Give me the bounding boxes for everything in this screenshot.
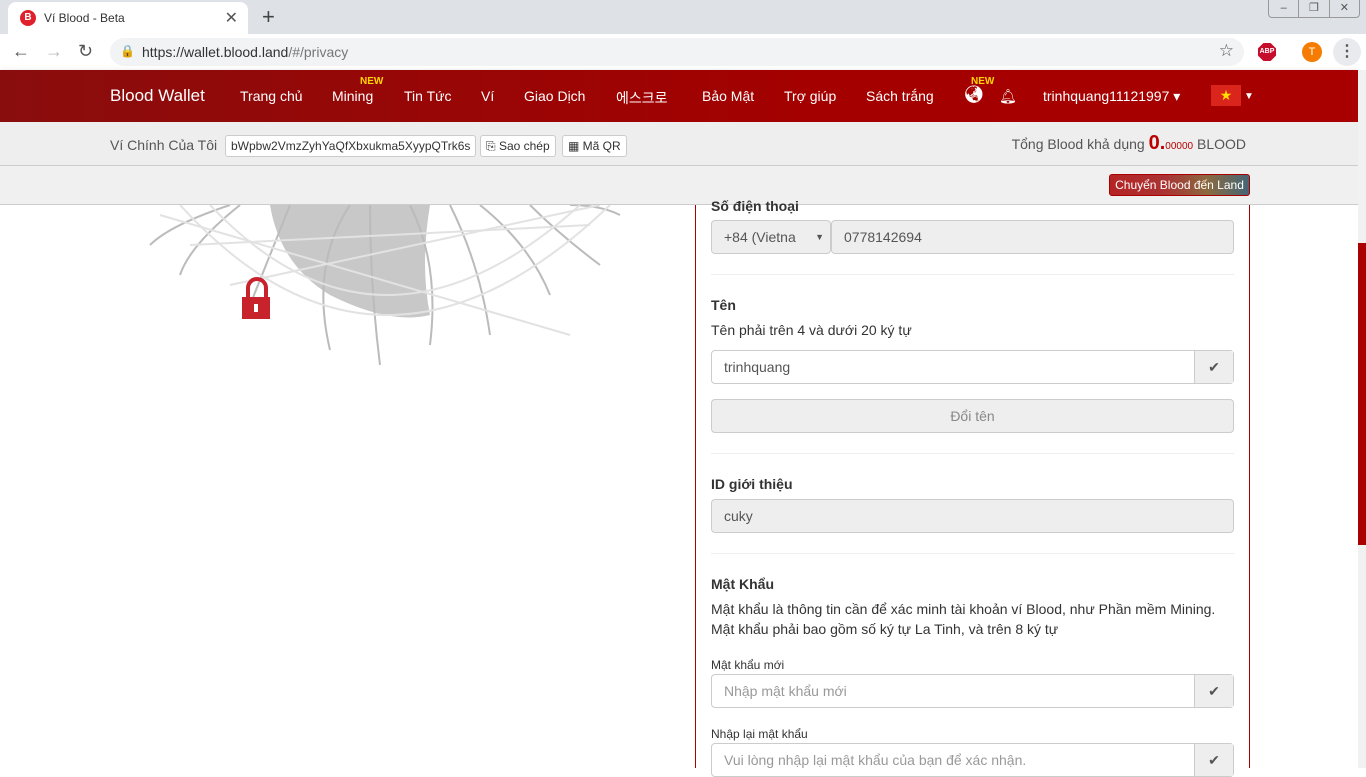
- browser-tab[interactable]: B Ví Blood - Beta ✕: [8, 2, 248, 34]
- window-controls: – ❐ ✕: [1268, 0, 1360, 18]
- minimize-icon[interactable]: –: [1269, 0, 1300, 17]
- balance: Tổng Blood khả dụng 0.00000 BLOOD: [1012, 132, 1246, 155]
- vietnam-flag-icon[interactable]: ★: [1211, 85, 1241, 106]
- copy-label: Sao chép: [498, 139, 550, 153]
- brand-logo[interactable]: Blood Wallet: [110, 86, 205, 106]
- nav-whitepaper[interactable]: Sách trắng: [866, 88, 934, 104]
- divider: [711, 274, 1234, 275]
- wallet-bar: Ví Chính Của Tôi bWpbw2VmzZyhYaQfXbxukma…: [0, 122, 1358, 166]
- username: trinhquang11121997: [1043, 88, 1170, 104]
- nav-escrow[interactable]: 에스크로: [616, 88, 668, 108]
- balance-label: Tổng Blood khả dụng: [1011, 136, 1145, 152]
- url-input[interactable]: 🔒 https://wallet.blood.land/#/privacy ☆: [110, 38, 1244, 66]
- password-desc: Mật khẩu là thông tin cần để xác minh tà…: [711, 601, 1216, 617]
- divider: [711, 553, 1234, 554]
- reload-icon[interactable]: ↻: [78, 41, 93, 62]
- divider: [711, 453, 1234, 454]
- nav-wallet[interactable]: Ví: [481, 88, 494, 104]
- user-menu[interactable]: trinhquang11121997 ▾: [1043, 88, 1180, 105]
- confirm-password-field[interactable]: Vui lòng nhập lại mật khẩu của bạn để xá…: [711, 743, 1234, 777]
- check-icon: ✔: [1194, 744, 1233, 776]
- lock-icon: 🔒: [120, 44, 135, 58]
- globe-illustration: [149, 205, 621, 366]
- bell-icon[interactable]: 🔔︎: [999, 88, 1017, 105]
- transfer-to-land-button[interactable]: Chuyển Blood đến Land: [1109, 174, 1250, 196]
- country-value: +84 (Vietna: [724, 229, 796, 245]
- address-bar-row: ← → ↻ 🔒 https://wallet.blood.land/#/priv…: [0, 34, 1366, 70]
- url-host: https://wallet.blood.land: [142, 44, 289, 60]
- new-password-field[interactable]: Nhập mật khẩu mới ✔: [711, 674, 1234, 708]
- scrollbar-thumb[interactable]: [1358, 243, 1366, 545]
- referral-input: cuky: [711, 499, 1234, 533]
- blood-favicon-icon: B: [20, 10, 36, 26]
- name-hint: Tên phải trên 4 và dưới 20 ký tự: [711, 322, 912, 338]
- new-tab-icon[interactable]: +: [262, 4, 275, 30]
- balance-unit: BLOOD: [1196, 136, 1246, 152]
- wallet-address[interactable]: bWpbw2VmzZyhYaQfXbxukma5XyypQTrk6s: [225, 135, 477, 157]
- globe-icon[interactable]: 🌏︎: [963, 85, 985, 105]
- tab-title: Ví Blood - Beta: [44, 11, 125, 25]
- confirm-password-label: Nhập lại mật khẩu: [711, 727, 808, 741]
- password-title: Mật Khẩu: [711, 576, 774, 592]
- bookmark-star-icon[interactable]: ☆: [1219, 41, 1234, 61]
- copy-button[interactable]: ⎘ Sao chép: [480, 135, 556, 157]
- close-window-icon[interactable]: ✕: [1330, 0, 1359, 17]
- new-badge: NEW: [360, 76, 384, 87]
- browser-menu-icon[interactable]: ⋮: [1333, 38, 1361, 66]
- main-nav: Blood Wallet Trang chủ NEW Mining Tin Tứ…: [0, 70, 1358, 122]
- name-title: Tên: [711, 297, 736, 313]
- balance-dec: 00000: [1165, 141, 1194, 152]
- nav-transactions[interactable]: Giao Dịch: [524, 88, 585, 104]
- name-input[interactable]: trinhquang ✔: [711, 350, 1234, 384]
- url-path: /#/privacy: [288, 44, 349, 60]
- new-password-label: Mật khẩu mới: [711, 658, 785, 672]
- check-icon: ✔: [1194, 351, 1233, 383]
- adblock-icon[interactable]: ABP: [1258, 43, 1276, 61]
- language-caret-icon[interactable]: ▼: [1244, 91, 1254, 102]
- scrollbar[interactable]: [1358, 70, 1366, 768]
- forward-icon[interactable]: →: [45, 41, 63, 62]
- country-select[interactable]: +84 (Vietna ▼: [711, 220, 831, 254]
- restore-icon[interactable]: ❐: [1299, 0, 1330, 17]
- phone-input[interactable]: 0778142694: [831, 220, 1234, 254]
- nav-help[interactable]: Trợ giúp: [784, 88, 836, 104]
- qr-button[interactable]: ▦ Mã QR: [562, 135, 627, 157]
- profile-avatar[interactable]: T: [1302, 42, 1322, 62]
- referral-title: ID giới thiệu: [711, 476, 793, 492]
- wallet-label: Ví Chính Của Tôi: [110, 137, 218, 153]
- nav-security[interactable]: Bảo Mật: [702, 88, 754, 104]
- action-bar: Chuyển Blood đến Land: [0, 166, 1358, 205]
- nav-home[interactable]: Trang chủ: [240, 88, 303, 104]
- password-rule: Mật khẩu phải bao gồm số ký tự La Tinh, …: [711, 621, 1059, 637]
- back-icon[interactable]: ←: [12, 41, 30, 62]
- rename-button[interactable]: Đổi tên: [711, 399, 1234, 433]
- dropdown-arrow-icon: ▼: [815, 232, 824, 242]
- name-value: trinhquang: [724, 359, 791, 375]
- close-tab-icon[interactable]: ✕: [225, 8, 238, 28]
- nav-news[interactable]: Tin Tức: [404, 88, 452, 104]
- tab-bar: B Ví Blood - Beta ✕ + – ❐ ✕: [0, 0, 1366, 34]
- check-icon: ✔: [1194, 675, 1233, 707]
- nav-mining[interactable]: Mining: [332, 88, 373, 104]
- lock-icon: [242, 277, 270, 319]
- privacy-form-panel: Số điện thoại +84 (Vietna ▼ 0778142694 Tê…: [695, 198, 1250, 777]
- confirm-password-placeholder: Vui lòng nhập lại mật khẩu của bạn để xá…: [724, 752, 1027, 768]
- balance-int: 0.: [1148, 132, 1166, 154]
- phone-label: Số điện thoại: [711, 198, 799, 214]
- new-password-placeholder: Nhập mật khẩu mới: [724, 683, 847, 699]
- qr-label: Mã QR: [582, 139, 621, 153]
